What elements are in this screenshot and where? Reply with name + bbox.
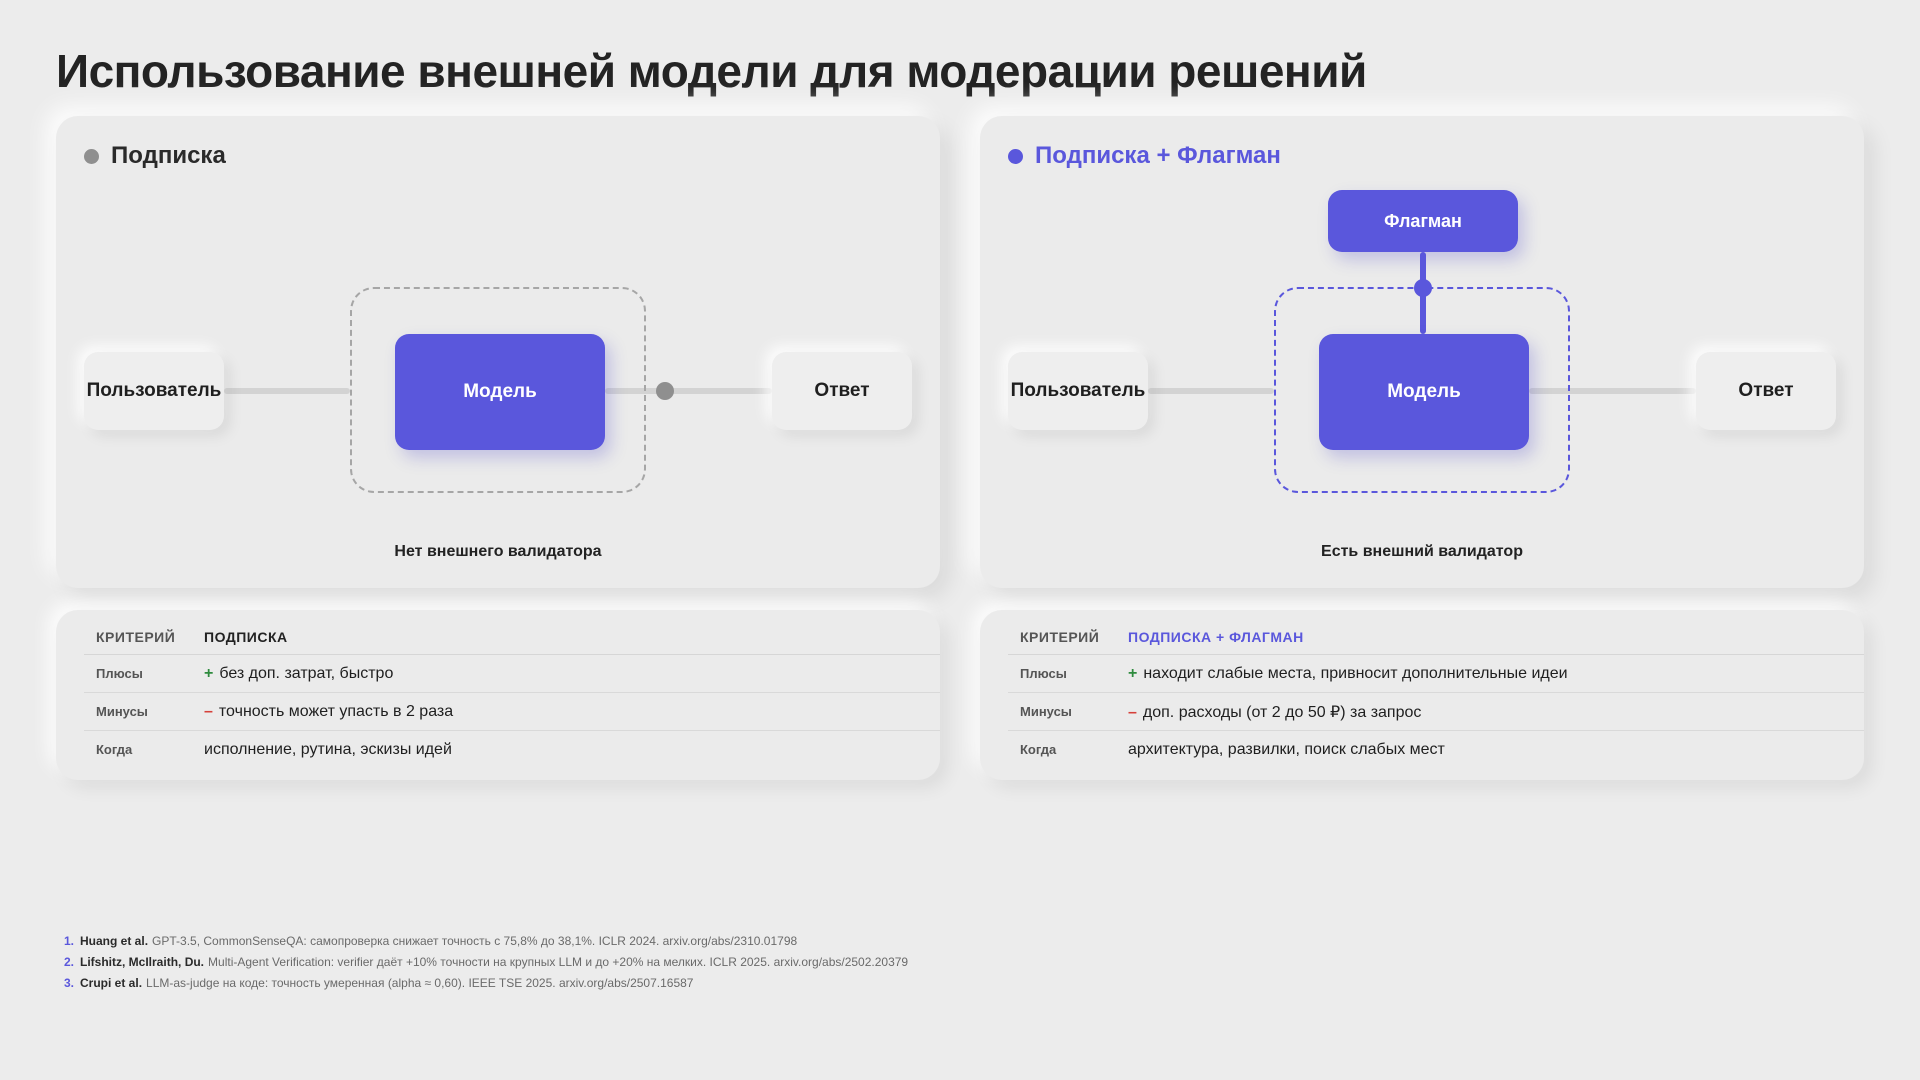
column-header-option: ПОДПИСКА bbox=[204, 626, 940, 655]
node-flagship: Флагман bbox=[1328, 190, 1518, 252]
footnote-text: LLM-as-judge на коде: точность умеренная… bbox=[146, 976, 694, 990]
node-answer: Ответ bbox=[772, 352, 912, 430]
footnote-number: 3. bbox=[64, 976, 75, 990]
plus-icon: + bbox=[1128, 664, 1138, 682]
connector-junction-dot bbox=[1414, 279, 1432, 297]
footnote-text: GPT-3.5, CommonSenseQA: самопроверка сни… bbox=[152, 934, 798, 948]
diagram-panel-subscription-flagship: Подписка + Флагман Флагман Пользователь … bbox=[980, 116, 1864, 588]
footnote-text: Multi-Agent Verification: verifier даёт … bbox=[208, 955, 909, 969]
value-cell: исполнение, рутина, эскизы идей bbox=[204, 731, 940, 769]
panel-title: Подписка + Флагман bbox=[1008, 142, 1281, 170]
status-dot-icon bbox=[84, 148, 99, 164]
criterion-cell: Когда bbox=[1020, 742, 1057, 757]
value-text: без доп. затрат, быстро bbox=[219, 664, 394, 682]
diagram-caption: Есть внешний валидатор bbox=[1321, 543, 1523, 560]
criteria-table: КРИТЕРИЙ ПОДПИСКА + ФЛАГМАН Плюсы + наход… bbox=[1008, 626, 1864, 768]
criteria-table: КРИТЕРИЙ ПОДПИСКА Плюсы + без доп. затрат… bbox=[84, 626, 940, 768]
table-row: Минусы – доп. расходы (от 2 до 50 ₽) за з… bbox=[1008, 692, 1864, 731]
node-model: Модель bbox=[395, 334, 605, 450]
value-text: архитектура, развилки, поиск слабых мест bbox=[1128, 740, 1445, 758]
footnote-item: 2. Lifshitz, McIlraith, Du. Multi-Agent Ve… bbox=[64, 952, 908, 973]
connector-user-model bbox=[1148, 388, 1274, 394]
diagram-panel-subscription: Подписка Пользователь Модель Ответ Нет в… bbox=[56, 116, 940, 588]
criterion-cell: Минусы bbox=[84, 692, 204, 731]
value-cell: + находит слабые места, привносит дополни… bbox=[1128, 654, 1864, 693]
node-model: Модель bbox=[1319, 334, 1529, 450]
criterion-cell: Когда bbox=[96, 742, 133, 757]
connector-junction-dot bbox=[656, 382, 674, 400]
criterion-cell: Плюсы bbox=[1008, 654, 1128, 693]
footnote-author: Crupi et al. bbox=[80, 976, 143, 990]
page-title: Использование внешней модели для модерац… bbox=[56, 45, 1367, 97]
node-user: Пользователь bbox=[84, 352, 224, 430]
minus-icon: – bbox=[204, 702, 213, 720]
value-cell: архитектура, развилки, поиск слабых мест bbox=[1128, 731, 1864, 769]
value-text: точность может упасть в 2 раза bbox=[218, 702, 454, 720]
node-answer: Ответ bbox=[1696, 352, 1836, 430]
table-row: Минусы – точность может упасть в 2 раза bbox=[84, 692, 940, 731]
table-row: Когда архитектура, развилки, поиск слабы… bbox=[1008, 731, 1864, 769]
column-header-option: ПОДПИСКА + ФЛАГМАН bbox=[1128, 626, 1864, 655]
column-header-criterion: КРИТЕРИЙ bbox=[84, 626, 204, 655]
plus-icon: + bbox=[204, 664, 214, 682]
value-cell: + без доп. затрат, быстро bbox=[204, 654, 940, 693]
minus-icon: – bbox=[1128, 703, 1137, 721]
value-cell: – доп. расходы (от 2 до 50 ₽) за запрос bbox=[1128, 692, 1864, 731]
footnote-item: 1. Huang et al. GPT-3.5, CommonSenseQA: са… bbox=[64, 931, 908, 952]
criterion-cell: Плюсы bbox=[84, 654, 204, 693]
footnote-author: Huang et al. bbox=[80, 934, 149, 948]
panel-title-text: Подписка bbox=[111, 142, 226, 169]
table-row: Плюсы + без доп. затрат, быстро bbox=[84, 654, 940, 693]
diagram-caption: Нет внешнего валидатора bbox=[394, 543, 602, 560]
panel-title: Подписка bbox=[84, 142, 226, 170]
table-header-row: КРИТЕРИЙ ПОДПИСКА + ФЛАГМАН bbox=[1008, 626, 1864, 655]
criterion-cell: Минусы bbox=[1008, 692, 1128, 731]
footnote-item: 3. Crupi et al. LLM-as-judge на коде: точн… bbox=[64, 973, 908, 994]
panel-title-text: Подписка + Флагман bbox=[1035, 142, 1281, 169]
comparison-table-subscription-flagship: КРИТЕРИЙ ПОДПИСКА + ФЛАГМАН Плюсы + наход… bbox=[980, 610, 1864, 780]
table-row: Когда исполнение, рутина, эскизы идей bbox=[84, 731, 940, 769]
status-dot-icon bbox=[1008, 148, 1023, 164]
footnotes: 1. Huang et al. GPT-3.5, CommonSenseQA: са… bbox=[64, 931, 908, 994]
value-cell: – точность может упасть в 2 раза bbox=[204, 692, 940, 731]
connector-user-model bbox=[224, 388, 350, 394]
footnote-author: Lifshitz, McIlraith, Du. bbox=[80, 955, 205, 969]
table-header-row: КРИТЕРИЙ ПОДПИСКА bbox=[84, 626, 940, 655]
footnote-number: 1. bbox=[64, 934, 75, 948]
value-text: исполнение, рутина, эскизы идей bbox=[204, 740, 452, 758]
value-text: доп. расходы (от 2 до 50 ₽) за запрос bbox=[1142, 703, 1422, 721]
table-row: Плюсы + находит слабые места, привносит д… bbox=[1008, 654, 1864, 693]
value-text: находит слабые места, привносит дополнит… bbox=[1143, 664, 1568, 682]
footnote-number: 2. bbox=[64, 955, 75, 969]
node-user: Пользователь bbox=[1008, 352, 1148, 430]
column-header-criterion: КРИТЕРИЙ bbox=[1008, 626, 1128, 655]
comparison-table-subscription: КРИТЕРИЙ ПОДПИСКА Плюсы + без доп. затрат… bbox=[56, 610, 940, 780]
